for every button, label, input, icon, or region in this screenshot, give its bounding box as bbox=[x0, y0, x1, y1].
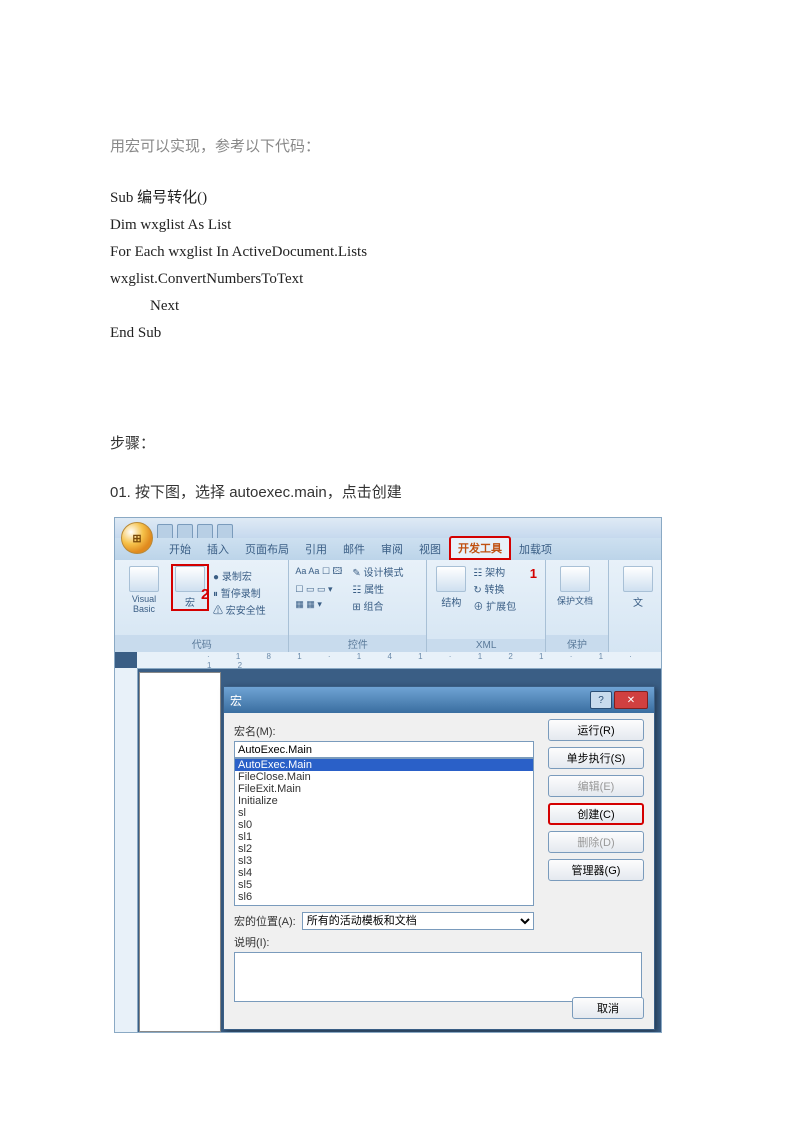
ribbon: Visual Basic 宏 ● 录制宏 ⏸ 暂停录制 ⚠ 宏安全性 代码 bbox=[115, 560, 661, 653]
list-item[interactable]: sl2 bbox=[235, 843, 533, 855]
group-controls-combine[interactable]: ⊞ 组合 bbox=[352, 598, 403, 613]
code-line: Dim wxglist As List bbox=[110, 217, 683, 234]
step-01: 01. 按下图，选择 autoexec.main，点击创建 bbox=[110, 481, 683, 502]
expansion[interactable]: ⊕ 扩展包 bbox=[473, 598, 516, 613]
macro-name-input[interactable] bbox=[234, 741, 534, 758]
annotation-1: 1 bbox=[530, 566, 537, 581]
properties[interactable]: ☷ 属性 bbox=[352, 581, 403, 596]
word-screenshot: ⊞ 开始 插入 页面布局 引用 邮件 审阅 视图 开发工具 加载项 bbox=[114, 517, 662, 1033]
group-templates: 文 bbox=[609, 560, 661, 652]
ruler-vertical[interactable] bbox=[115, 668, 138, 1032]
macro-location-label: 宏的位置(A): bbox=[234, 913, 296, 929]
group-protect: 保护文档 保护 bbox=[546, 560, 609, 652]
tab-home[interactable]: 开始 bbox=[161, 538, 199, 560]
tab-references[interactable]: 引用 bbox=[297, 538, 335, 560]
template-icon bbox=[623, 566, 653, 592]
transform[interactable]: ↻ 转换 bbox=[473, 581, 516, 596]
list-item[interactable]: sl5 bbox=[235, 879, 533, 891]
code-line: Sub 编号转化() bbox=[110, 186, 683, 207]
control-opts: ✎ 设计模式 ☷ 属性 ⊞ 组合 bbox=[352, 564, 403, 613]
template-label: 文 bbox=[617, 594, 659, 609]
cancel-button[interactable]: 取消 bbox=[572, 997, 644, 1019]
office-button[interactable]: ⊞ bbox=[121, 522, 153, 554]
steps-heading: 步骤： bbox=[110, 432, 683, 453]
ruler-horizontal[interactable]: · 1 8 1 · 1 4 1 · 1 2 1 · 1 · 1 2 bbox=[137, 652, 661, 669]
intro-text: 用宏可以实现，参考以下代码： bbox=[110, 135, 683, 156]
vb-icon bbox=[129, 566, 159, 592]
tab-mailings[interactable]: 邮件 bbox=[335, 538, 373, 560]
protect-label: 保护文档 bbox=[554, 594, 596, 607]
structure-icon bbox=[436, 566, 466, 592]
macro-location-select[interactable]: 所有的活动模板和文档 bbox=[302, 912, 534, 930]
control-palette[interactable]: Aa Aa ☐ 🖾 ☐ ▭ ▭ ▾ ▦ ▦ ▾ bbox=[295, 564, 342, 610]
dialog-title-text: 宏 bbox=[230, 692, 242, 709]
macro-security[interactable]: ⚠ 宏安全性 bbox=[213, 602, 266, 617]
code-line: Next bbox=[110, 298, 683, 315]
code-block: Sub 编号转化() Dim wxglist As List For Each … bbox=[110, 186, 683, 342]
protect-doc-button[interactable]: 保护文档 bbox=[552, 564, 598, 609]
tab-developer[interactable]: 开发工具 bbox=[449, 536, 511, 560]
list-item[interactable]: FileClose.Main bbox=[235, 771, 533, 783]
record-macro[interactable]: ● 录制宏 bbox=[213, 568, 266, 583]
create-button[interactable]: 创建(C) bbox=[548, 803, 644, 825]
step-button[interactable]: 单步执行(S) bbox=[548, 747, 644, 769]
list-item[interactable]: sl1 bbox=[235, 831, 533, 843]
design-mode[interactable]: ✎ 设计模式 bbox=[352, 564, 403, 579]
group-code: Visual Basic 宏 ● 录制宏 ⏸ 暂停录制 ⚠ 宏安全性 代码 bbox=[115, 560, 289, 652]
tab-insert[interactable]: 插入 bbox=[199, 538, 237, 560]
tab-layout[interactable]: 页面布局 bbox=[237, 538, 297, 560]
dialog-titlebar[interactable]: 宏 ? ✕ bbox=[224, 687, 654, 713]
dialog-buttons: 运行(R) 单步执行(S) 编辑(E) 创建(C) 删除(D) 管理器(G) bbox=[548, 719, 644, 881]
code-line: End Sub bbox=[110, 325, 683, 342]
tab-view[interactable]: 视图 bbox=[411, 538, 449, 560]
group-code-label: 代码 bbox=[115, 635, 288, 652]
list-item[interactable]: sl4 bbox=[235, 867, 533, 879]
pause-record[interactable]: ⏸ 暂停录制 bbox=[213, 585, 266, 600]
tab-addins[interactable]: 加载项 bbox=[511, 538, 560, 560]
document-page: 用宏可以实现，参考以下代码： Sub 编号转化() Dim wxglist As… bbox=[0, 0, 793, 1122]
list-item[interactable]: sl0 bbox=[235, 819, 533, 831]
description-box[interactable] bbox=[234, 952, 642, 1002]
description-label: 说明(I): bbox=[234, 934, 644, 950]
run-button[interactable]: 运行(R) bbox=[548, 719, 644, 741]
close-button[interactable]: ✕ bbox=[614, 691, 648, 709]
annotation-2: 2 bbox=[201, 586, 209, 603]
list-item[interactable]: Initialize bbox=[235, 795, 533, 807]
list-item[interactable]: sl6 bbox=[235, 891, 533, 903]
list-item[interactable]: FileExit.Main bbox=[235, 783, 533, 795]
group-protect-label: 保护 bbox=[546, 635, 608, 652]
group-controls-label: 控件 bbox=[289, 635, 426, 652]
page-canvas[interactable] bbox=[139, 672, 221, 1032]
list-item[interactable]: sl3 bbox=[235, 855, 533, 867]
delete-button[interactable]: 删除(D) bbox=[548, 831, 644, 853]
structure-button[interactable]: 结构 bbox=[433, 564, 469, 611]
macro-dialog: 宏 ? ✕ 宏名(M): AutoExec.Main FileClose.Mai… bbox=[223, 686, 655, 1030]
edit-button[interactable]: 编辑(E) bbox=[548, 775, 644, 797]
group-controls: Aa Aa ☐ 🖾 ☐ ▭ ▭ ▾ ▦ ▦ ▾ ✎ 设计模式 ☷ 属性 ⊞ 组合… bbox=[289, 560, 427, 652]
visual-basic-button[interactable]: Visual Basic bbox=[121, 564, 167, 616]
tab-review[interactable]: 审阅 bbox=[373, 538, 411, 560]
help-button[interactable]: ? bbox=[590, 691, 612, 709]
schema[interactable]: ☷ 架构 bbox=[473, 564, 516, 579]
macro-listbox[interactable]: AutoExec.Main FileClose.Main FileExit.Ma… bbox=[234, 758, 534, 906]
xml-opts: ☷ 架构 ↻ 转换 ⊕ 扩展包 bbox=[473, 564, 516, 613]
protect-icon bbox=[560, 566, 590, 592]
code-options: ● 录制宏 ⏸ 暂停录制 ⚠ 宏安全性 bbox=[213, 568, 266, 617]
list-item[interactable]: AutoExec.Main bbox=[235, 759, 533, 771]
group-xml-label: XML bbox=[427, 639, 545, 652]
ribbon-tabs: 开始 插入 页面布局 引用 邮件 审阅 视图 开发工具 加载项 bbox=[115, 538, 661, 560]
structure-label: 结构 bbox=[435, 594, 467, 609]
group-xml: 1 结构 ☷ 架构 ↻ 转换 ⊕ 扩展包 XML bbox=[427, 560, 546, 652]
list-item[interactable]: sl bbox=[235, 807, 533, 819]
vb-label: Visual Basic bbox=[123, 594, 165, 614]
code-line: wxglist.ConvertNumbersToText bbox=[110, 271, 683, 288]
templates-button[interactable]: 文 bbox=[615, 564, 661, 611]
organizer-button[interactable]: 管理器(G) bbox=[548, 859, 644, 881]
code-line: For Each wxglist In ActiveDocument.Lists bbox=[110, 244, 683, 261]
